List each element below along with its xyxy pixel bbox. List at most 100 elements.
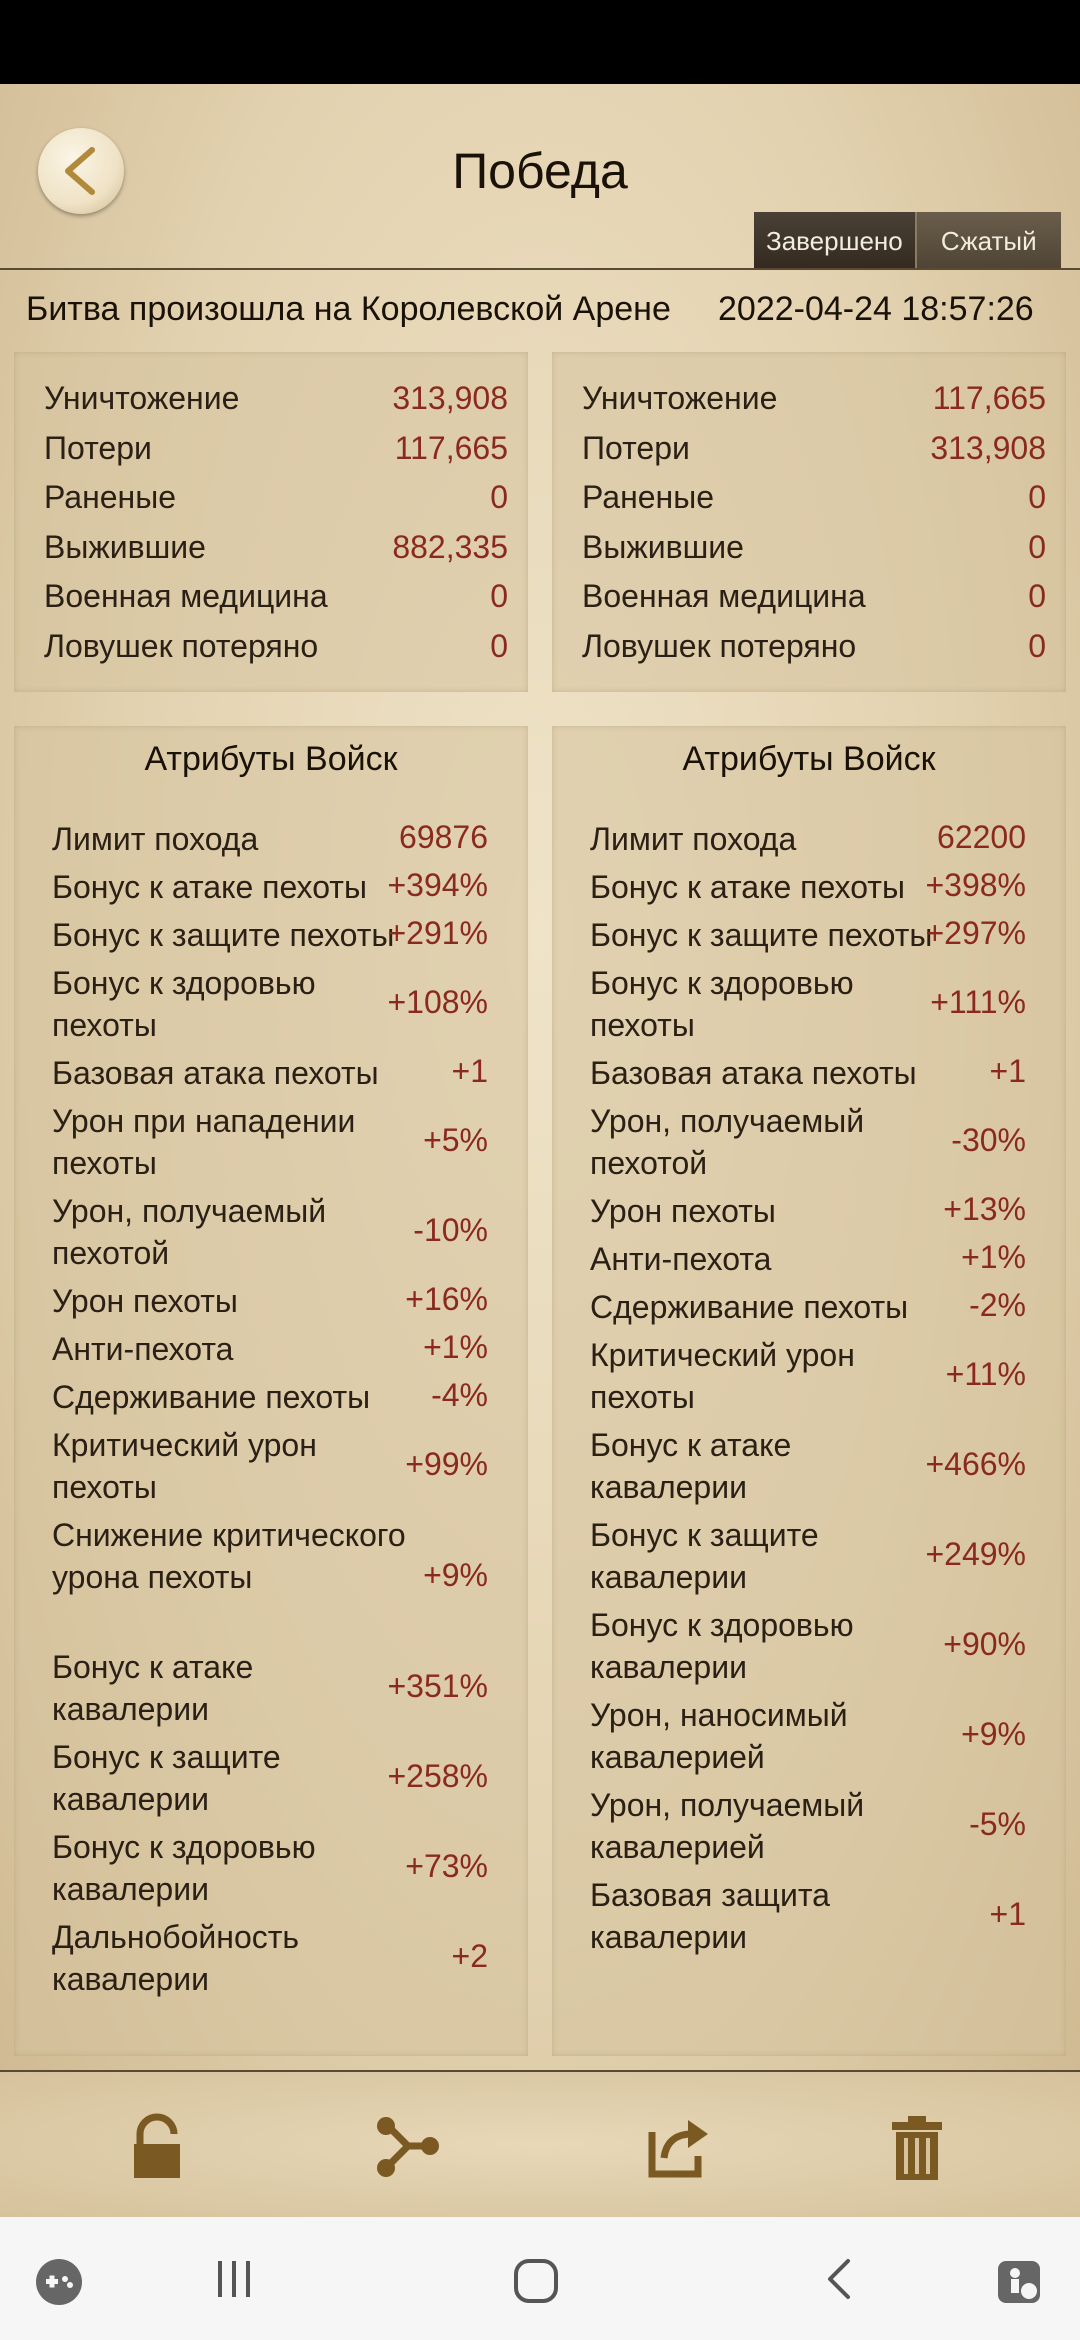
attribute-value: +11%	[945, 1356, 1026, 1392]
attribute-value: +398%	[925, 867, 1026, 903]
summary-row: Потери 313,908	[552, 430, 1066, 479]
attribute-row: Лимит похода 69876	[14, 818, 528, 860]
attribute-row: Критический урон пехоты +99%	[14, 1424, 528, 1508]
attribute-value: +111%	[930, 984, 1026, 1020]
attribute-row: Урон, наносимый кавалерией +9%	[552, 1694, 1066, 1778]
attribute-label: Лимит похода	[52, 821, 259, 857]
attribute-label: Дальнобойность кавалерии	[52, 1919, 300, 1997]
summary-value: 117,665	[394, 429, 508, 466]
attribute-label: Бонус к атаке кавалерии	[52, 1649, 254, 1727]
attribute-row: Снижение критического урона пехоты +9%	[14, 1514, 528, 1640]
summary-label: Выжившие	[582, 528, 744, 565]
attribute-row: Урон, получаемый пехотой -30%	[552, 1100, 1066, 1184]
attribute-label: Сдерживание пехоты	[590, 1289, 909, 1325]
attribute-label: Критический урон пехоты	[52, 1427, 317, 1505]
summary-label: Выжившие	[44, 528, 206, 565]
export-icon[interactable]	[642, 2112, 712, 2182]
back-nav-icon[interactable]	[822, 2257, 858, 2301]
attribute-row: Дальнобойность кавалерии +2	[14, 1916, 528, 2000]
attributes-title: Атрибуты Войск	[682, 740, 936, 778]
summary-row: Потери 117,665	[14, 430, 528, 479]
attribute-label: Урон пехоты	[590, 1193, 776, 1229]
attribute-value: +291%	[387, 915, 488, 951]
attribute-label: Бонус к защите пехоты	[52, 917, 395, 953]
tab-completed[interactable]: Завершено	[754, 212, 915, 270]
attribute-value: -10%	[413, 1212, 488, 1248]
summary-row: Уничтожение 117,665	[552, 380, 1066, 429]
summary-value: 313,908	[392, 380, 508, 416]
attribute-label: Бонус к защите кавалерии	[52, 1739, 281, 1817]
summary-label: Военная медицина	[44, 578, 328, 614]
summary-value: 0	[1028, 627, 1046, 664]
attribute-value: +1%	[961, 1239, 1026, 1275]
attribute-row: Лимит похода 62200	[552, 818, 1066, 860]
attribute-label: Бонус к атаке пехоты	[590, 869, 905, 905]
summary-value: 0	[1028, 479, 1046, 515]
attribute-value: +5%	[423, 1122, 488, 1158]
home-icon[interactable]	[512, 2257, 560, 2305]
attribute-value: -5%	[969, 1806, 1026, 1842]
attribute-label: Критический урон пехоты	[590, 1337, 855, 1415]
attribute-value: 62200	[937, 819, 1026, 855]
attribute-label: Бонус к атаке пехоты	[52, 869, 367, 905]
summary-label: Потери	[582, 429, 690, 466]
recent-apps-icon[interactable]	[212, 2257, 256, 2301]
summary-label: Уничтожение	[44, 380, 240, 416]
attribute-value: +1	[989, 1053, 1026, 1089]
attribute-value: -30%	[951, 1122, 1026, 1158]
attribute-value: +297%	[925, 915, 1026, 951]
attribute-value: +258%	[387, 1758, 488, 1794]
attribute-value: +1	[451, 1053, 488, 1089]
summary-row: Ловушек потеряно 0	[552, 628, 1066, 677]
summary-value: 0	[490, 578, 508, 614]
share-icon[interactable]	[372, 2112, 442, 2182]
tab-compressed[interactable]: Сжатый	[914, 212, 1061, 270]
attribute-row: Урон при нападении пехоты +5%	[14, 1100, 528, 1184]
attribute-label: Бонус к здоровью пехоты	[590, 965, 854, 1043]
attribute-label: Сдерживание пехоты	[52, 1379, 371, 1415]
page-title: Победа	[452, 143, 628, 199]
header-divider	[0, 268, 1080, 270]
attribute-row: Бонус к защите кавалерии +249%	[552, 1514, 1066, 1598]
summary-row: Выжившие 882,335	[14, 529, 528, 578]
attribute-label: Урон, получаемый пехотой	[52, 1193, 327, 1271]
attribute-value: +466%	[925, 1446, 1026, 1482]
attribute-label: Снижение критического урона пехоты	[52, 1517, 406, 1595]
attribute-value: 69876	[399, 819, 488, 855]
status-bar	[0, 0, 1080, 84]
attribute-label: Бонус к атаке кавалерии	[590, 1427, 792, 1505]
summary-label: Военная медицина	[582, 578, 866, 614]
attribute-value: -2%	[969, 1287, 1026, 1323]
attribute-value: +249%	[925, 1536, 1026, 1572]
attribute-row: Бонус к здоровью пехоты +108%	[14, 962, 528, 1046]
attribute-value: +1%	[423, 1329, 488, 1365]
attribute-value: -4%	[431, 1377, 488, 1413]
game-launcher-icon[interactable]	[34, 2257, 84, 2307]
attribute-value: +9%	[423, 1557, 488, 1593]
attribute-label: Бонус к защите кавалерии	[590, 1517, 819, 1595]
attribute-label: Базовая атака пехоты	[52, 1055, 379, 1091]
attribute-row: Урон, получаемый кавалерией -5%	[552, 1784, 1066, 1868]
attributes-title: Атрибуты Войск	[144, 740, 398, 778]
trash-icon[interactable]	[882, 2112, 952, 2182]
summary-value: 882,335	[392, 528, 508, 565]
attribute-row: Бонус к защите кавалерии +258%	[14, 1736, 528, 1820]
attribute-row: Бонус к защите пехоты +291%	[14, 914, 528, 956]
attribute-label: Базовая защита кавалерии	[590, 1877, 830, 1955]
summary-label: Раненые	[582, 479, 715, 515]
summary-label: Ловушек потеряно	[582, 627, 857, 664]
attribute-label: Базовая атака пехоты	[590, 1055, 917, 1091]
summary-label: Раненые	[44, 479, 177, 515]
attribute-row: Бонус к атаке кавалерии +351%	[14, 1646, 528, 1730]
summary-value: 0	[490, 479, 508, 515]
accessibility-icon[interactable]	[994, 2257, 1044, 2307]
attribute-row: Бонус к здоровью кавалерии +73%	[14, 1826, 528, 1910]
lock-icon[interactable]	[122, 2112, 192, 2182]
summary-value: 0	[1028, 528, 1046, 565]
attribute-value: +351%	[387, 1668, 488, 1704]
attribute-row: Урон пехоты +16%	[14, 1280, 528, 1322]
attributes-panel-left: Атрибуты Войск Лимит похода 69876 Бонус к …	[14, 726, 528, 2056]
attribute-row: Критический урон пехоты +11%	[552, 1334, 1066, 1418]
header: Победа Завершено Сжатый	[0, 84, 1080, 270]
summary-row: Военная медицина 0	[552, 578, 1066, 627]
